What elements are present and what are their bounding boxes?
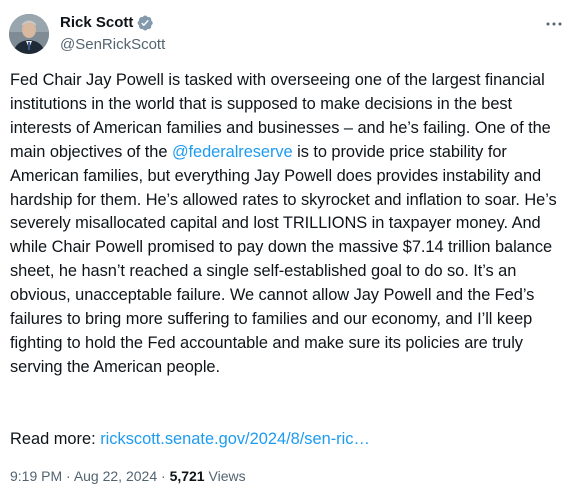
mention-link[interactable]: @federalreserve <box>172 143 293 161</box>
more-horizontal-icon[interactable] <box>544 14 564 34</box>
tweet-time[interactable]: 9:19 PM <box>10 468 62 484</box>
tweet-text-part-2: is to provide price stability for Americ… <box>10 142 557 376</box>
tweet-date[interactable]: Aug 22, 2024 <box>74 468 157 484</box>
tweet-text: Fed Chair Jay Powell is tasked with over… <box>10 69 570 380</box>
views-label: Views <box>204 468 246 484</box>
read-more-line: Read more: rickscott.senate.gov/2024/8/s… <box>10 428 370 451</box>
author-handle[interactable]: @SenRickScott <box>60 35 165 55</box>
author-info: Rick Scott @SenRickScott <box>60 12 165 55</box>
tweet-meta: 9:19 PM · Aug 22, 2024 · 5,721 Views <box>10 466 246 486</box>
meta-separator-2: · <box>157 468 170 484</box>
tweet-header: Rick Scott @SenRickScott <box>9 10 568 58</box>
read-more-label: Read more: <box>10 430 101 448</box>
display-name[interactable]: Rick Scott <box>60 13 133 33</box>
avatar[interactable] <box>9 14 49 54</box>
read-more-link[interactable]: rickscott.senate.gov/2024/8/sen-ric… <box>100 430 370 448</box>
verified-badge-icon <box>136 14 154 32</box>
views-count: 5,721 <box>169 468 205 484</box>
tweet-card: Rick Scott @SenRickScott Fed Chair Jay P… <box>0 0 577 492</box>
meta-separator: · <box>62 468 74 484</box>
tweet-paragraph: Fed Chair Jay Powell is tasked with over… <box>10 69 570 380</box>
